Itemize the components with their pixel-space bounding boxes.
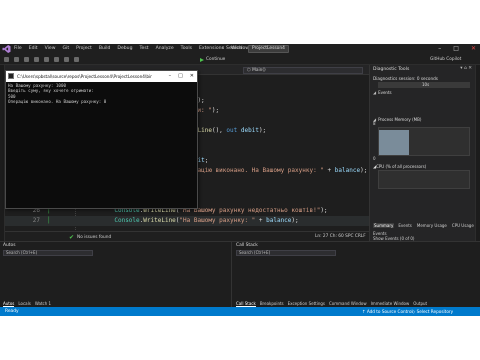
status-bar: Ready ↑ Add to Source Control ◇ Select R… xyxy=(0,307,480,316)
member-dropdown-label: Main() xyxy=(252,68,266,73)
toolbar-icons xyxy=(4,57,79,62)
menu-item-test[interactable]: Test xyxy=(140,44,149,54)
member-dropdown[interactable]: ⬡ Main() xyxy=(243,67,363,74)
line-number: 27 xyxy=(32,217,40,224)
editor-status-bar: ✔ No issues found Ln: 27 Ch: 60 SPC CRLF xyxy=(5,231,369,241)
tab-summary[interactable]: Summary xyxy=(373,223,395,228)
menu-item-git[interactable]: Git xyxy=(63,44,70,54)
maximize-icon[interactable]: □ xyxy=(453,44,459,54)
redo-icon[interactable] xyxy=(74,57,79,62)
console-title: C:\Users\spbstal\source\repos\ProjectLes… xyxy=(17,74,152,79)
select-repository[interactable]: ◇ Select Repository xyxy=(412,307,453,316)
forward-icon[interactable] xyxy=(14,57,19,62)
timeline-label: 10s xyxy=(422,82,430,87)
title-bar: File Edit View Git Project Build Debug Test Anal… xyxy=(0,44,480,54)
console-line: Операцію виконано. На Вашому рахунку: 0 xyxy=(8,99,107,105)
back-icon[interactable] xyxy=(4,57,9,62)
call-stack-title: Call Stack xyxy=(236,243,258,248)
console-app-icon xyxy=(8,73,14,79)
play-icon xyxy=(200,57,204,62)
memory-label: Process Memory (MB) xyxy=(378,117,422,122)
diagnostic-tools-title: Diagnostic Tools xyxy=(373,67,410,72)
tab-memory-usage[interactable]: Memory Usage xyxy=(416,223,448,228)
menu-item-build[interactable]: Build xyxy=(99,44,111,54)
panel-controls[interactable]: ▾ ⌂ ✕ xyxy=(460,66,472,71)
right-tool-rail xyxy=(475,65,480,241)
console-output[interactable]: На Вашому рахунку: 1000 Введіть суму, яку… xyxy=(8,83,195,105)
menu-item-edit[interactable]: Edit xyxy=(29,44,38,54)
call-stack-panel: Call Stack Search (Ctrl+E) Call Stack Bre… xyxy=(233,242,480,308)
status-ready: Ready xyxy=(5,309,19,314)
close-icon[interactable]: ✕ xyxy=(471,44,476,54)
check-icon: ✔ xyxy=(69,234,75,241)
timeline-ruler[interactable]: 10s xyxy=(378,82,470,88)
tab-events[interactable]: Events xyxy=(397,223,413,228)
cpu-section[interactable]: ◢CPU (% of all processors) xyxy=(373,164,426,169)
close-icon[interactable]: ✕ xyxy=(190,71,194,82)
select-repo-label: Select Repository xyxy=(416,309,454,314)
memory-max-label: 8 xyxy=(373,121,376,126)
toolbar: Continue GitHub Copilot xyxy=(0,54,480,65)
undo-icon[interactable] xyxy=(64,57,69,62)
minimize-icon[interactable]: – xyxy=(169,71,172,82)
diagnostics-session: Diagnostics session: 0 seconds xyxy=(373,76,438,81)
project-badge: ProjectLesson4 xyxy=(248,45,289,53)
call-stack-search-input[interactable]: Search (Ctrl+E) xyxy=(236,250,336,256)
add-to-source-control[interactable]: ↑ Add to Source Control xyxy=(362,307,413,316)
menu-item-analyze[interactable]: Analyze xyxy=(156,44,174,54)
menu-item-file[interactable]: File xyxy=(14,44,22,54)
cursor-position: Ln: 27 Ch: 60 SPC CRLF xyxy=(315,234,366,239)
menu-item-tools[interactable]: Tools xyxy=(181,44,192,54)
window-controls: – □ ✕ xyxy=(438,44,476,54)
continue-button[interactable]: Continue xyxy=(200,56,225,63)
tab-cpu-usage[interactable]: CPU Usage xyxy=(451,223,475,228)
memory-min-label: 0 xyxy=(373,156,376,161)
events-summary: Events Show Events (0 of 0) xyxy=(373,231,415,241)
maximize-icon[interactable]: □ xyxy=(178,71,183,82)
issues-text: No issues found xyxy=(77,235,112,240)
new-file-icon[interactable] xyxy=(24,57,29,62)
events-label: Events xyxy=(378,90,392,95)
autos-search-input[interactable]: Search (Ctrl+E) xyxy=(3,250,93,256)
save-all-icon[interactable] xyxy=(54,57,59,62)
diagnostic-tools-panel: Diagnostic Tools ▾ ⌂ ✕ Diagnostics sessi… xyxy=(369,65,475,241)
menu-item-extensions[interactable]: Extensions xyxy=(199,44,224,54)
source-control-label: Add to Source Control xyxy=(366,309,413,314)
autos-panel: Autos Search (Ctrl+E) Autos Locals Watch 1 xyxy=(0,242,232,308)
visual-studio-window: File Edit View Git Project Build Debug Test Anal… xyxy=(0,44,480,316)
code-editor: ⬡ Main() Encoding.UTF8; рахунку: " + bal… xyxy=(5,65,369,241)
memory-section[interactable]: ◢ Process Memory (MB) xyxy=(373,117,421,122)
issues-indicator[interactable]: ✔ No issues found xyxy=(69,234,111,241)
cpu-chart xyxy=(378,170,470,189)
code-line[interactable]: 27 │ Console.WriteLine("На Вашому рахунку… xyxy=(5,216,369,226)
menu-item-debug[interactable]: Debug xyxy=(117,44,132,54)
cpu-label: CPU (% of all processors) xyxy=(376,164,427,169)
continue-label: Continue xyxy=(206,57,226,62)
events-section[interactable]: ◢ Events xyxy=(373,90,392,95)
console-window-controls: – □ ✕ xyxy=(169,71,194,82)
search-box[interactable]: ⌕ Search xyxy=(222,46,242,52)
autos-title: Autos xyxy=(3,243,16,248)
collapse-icon: ◢ xyxy=(373,90,377,95)
open-icon[interactable] xyxy=(34,57,39,62)
console-title-bar: C:\Users\spbstal\source\repos\ProjectLes… xyxy=(6,71,197,82)
memory-bar xyxy=(379,130,409,155)
visual-studio-logo-icon xyxy=(2,45,11,53)
menu-item-view[interactable]: View xyxy=(45,44,56,54)
minimize-icon[interactable]: – xyxy=(438,44,441,54)
bottom-panels: Autos Search (Ctrl+E) Autos Locals Watch 1… xyxy=(0,241,480,308)
memory-chart: 8 0 xyxy=(373,121,470,161)
search-label: Search xyxy=(226,46,242,51)
code-text: Console.WriteLine("На Вашому рахунку: " … xyxy=(114,217,299,224)
menu-item-project[interactable]: Project xyxy=(76,44,92,54)
github-copilot-button[interactable]: GitHub Copilot xyxy=(430,55,461,64)
change-marker-icon: │ xyxy=(47,217,51,224)
save-icon[interactable] xyxy=(44,57,49,62)
diagnostic-tabs: Summary Events Memory Usage CPU Usage xyxy=(373,223,475,228)
console-window[interactable]: C:\Users\spbstal\source\repos\ProjectLes… xyxy=(5,70,198,209)
